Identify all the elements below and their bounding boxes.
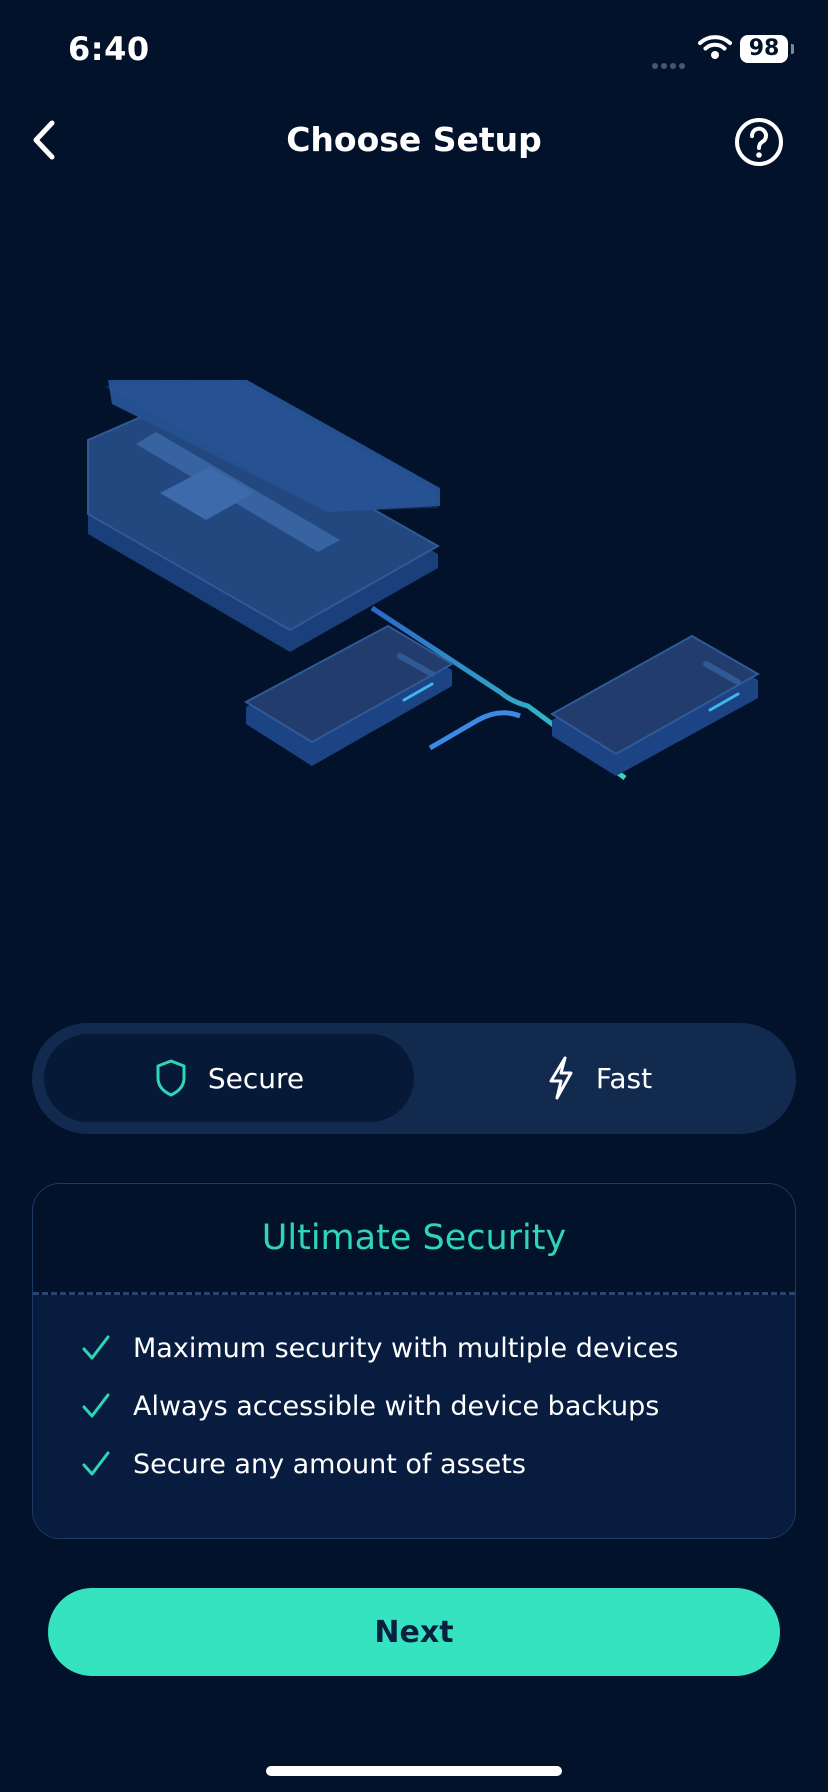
card-title: Ultimate Security	[33, 1184, 795, 1295]
home-indicator[interactable]	[266, 1766, 562, 1776]
security-info-card: Ultimate Security Maximum security with …	[32, 1183, 796, 1539]
cellular-signal-icon	[652, 54, 688, 73]
status-bar: 6:40 98	[0, 0, 828, 100]
devices-illustration	[0, 376, 828, 900]
feature-text: Always accessible with device backups	[133, 1390, 660, 1422]
feature-list: Maximum security with multiple devices A…	[33, 1295, 795, 1538]
checkmark-icon	[82, 1451, 110, 1476]
battery-icon: 98	[740, 35, 788, 63]
checkmark-icon	[82, 1335, 110, 1360]
feature-item: Always accessible with device backups	[33, 1377, 795, 1435]
question-circle-icon	[735, 118, 783, 166]
fast-option[interactable]: Fast	[414, 1034, 784, 1122]
secure-option[interactable]: Secure	[44, 1034, 414, 1122]
battery-nub	[791, 44, 794, 54]
wifi-icon	[698, 34, 732, 64]
lightning-icon	[549, 1056, 573, 1100]
navigation-bar: Choose Setup	[0, 100, 828, 180]
checkmark-icon	[82, 1393, 110, 1418]
help-button[interactable]	[733, 116, 785, 168]
fast-option-label: Fast	[595, 1061, 653, 1095]
shield-icon	[156, 1059, 186, 1097]
next-button[interactable]: Next	[48, 1588, 780, 1676]
page-title: Choose Setup	[286, 120, 542, 159]
feature-text: Maximum security with multiple devices	[133, 1332, 679, 1364]
feature-text: Secure any amount of assets	[133, 1448, 526, 1480]
feature-item: Maximum security with multiple devices	[33, 1319, 795, 1377]
feature-item: Secure any amount of assets	[33, 1435, 795, 1493]
status-time: 6:40	[68, 30, 150, 68]
secure-option-label: Secure	[207, 1061, 305, 1095]
setup-mode-toggle: Secure Fast	[32, 1023, 796, 1134]
